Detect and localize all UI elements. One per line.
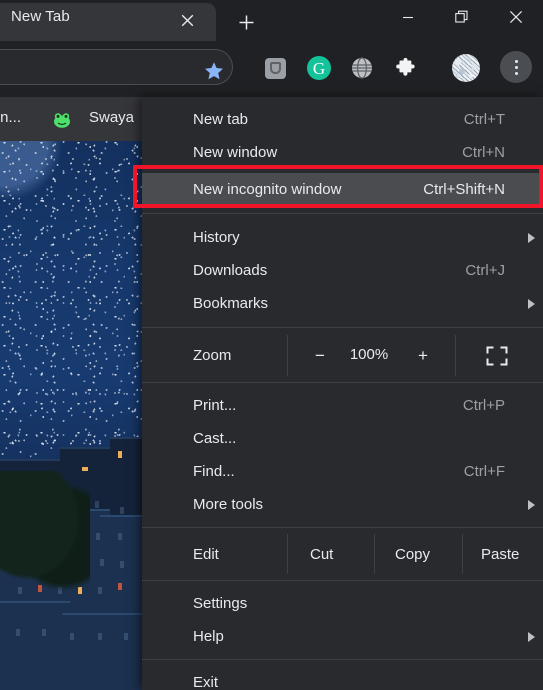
menu-item-shortcut: Ctrl+T — [463, 111, 505, 128]
menu-item-label: History — [193, 229, 240, 246]
menu-row-edit: Edit Cut Copy Paste — [142, 534, 543, 574]
menu-item-bookmarks[interactable]: Bookmarks — [142, 287, 543, 320]
menu-item-label: New incognito window — [193, 181, 342, 198]
menu-separator — [142, 382, 543, 383]
close-icon[interactable] — [489, 0, 543, 33]
zoom-label: Zoom — [193, 347, 232, 364]
star-icon[interactable] — [201, 58, 227, 84]
menu-item-label: Find... — [193, 463, 235, 480]
fullscreen-icon[interactable] — [486, 346, 508, 366]
zoom-level: 100% — [349, 346, 389, 363]
menu-item-new-window[interactable]: New window Ctrl+N — [142, 136, 543, 169]
divider — [287, 335, 288, 376]
menu-separator — [142, 580, 543, 581]
edit-label: Edit — [193, 545, 219, 563]
menu-item-shortcut: Ctrl+F — [463, 463, 505, 480]
grammarly-icon[interactable]: G — [305, 54, 333, 82]
menu-item-label: New tab — [193, 111, 249, 128]
menu-item-label: Exit — [193, 674, 219, 690]
menu-item-label: More tools — [193, 496, 264, 513]
menu-item-label: Cast... — [193, 430, 237, 447]
menu-separator — [142, 659, 543, 660]
tab-strip: New Tab — [0, 0, 543, 41]
avatar[interactable] — [452, 54, 480, 82]
menu-item-label: Bookmarks — [193, 295, 269, 312]
chevron-right-icon — [528, 298, 535, 309]
extension-mi-icon[interactable] — [261, 54, 289, 82]
menu-item-label: Help — [193, 628, 224, 645]
menu-item-help[interactable]: Help — [142, 620, 543, 653]
menu-item-exit[interactable]: Exit — [142, 666, 543, 690]
menu-item-more-tools[interactable]: More tools — [142, 488, 543, 521]
zoom-in-button[interactable]: + — [412, 346, 434, 366]
paste-button[interactable]: Paste — [481, 546, 519, 563]
divider — [455, 335, 456, 376]
zoom-out-button[interactable]: − — [309, 346, 331, 365]
chevron-right-icon — [528, 499, 535, 510]
menu-item-shortcut: Ctrl+P — [462, 397, 505, 414]
menu-item-settings[interactable]: Settings — [142, 587, 543, 620]
browser-toolbar: G — [0, 41, 543, 93]
menu-item-new-incognito-window[interactable]: New incognito window Ctrl+Shift+N — [142, 173, 543, 206]
frog-icon — [53, 113, 71, 128]
menu-item-downloads[interactable]: Downloads Ctrl+J — [142, 254, 543, 287]
bookmark-item-swaya[interactable]: Swaya — [89, 109, 134, 126]
menu-item-find[interactable]: Find... Ctrl+F — [142, 455, 543, 488]
menu-item-cast[interactable]: Cast... — [142, 422, 543, 455]
menu-item-history[interactable]: History — [142, 221, 543, 254]
menu-separator — [142, 327, 543, 328]
divider — [374, 534, 375, 574]
divider — [462, 534, 463, 574]
menu-item-label: Downloads — [193, 262, 268, 279]
globe-icon[interactable] — [348, 54, 376, 82]
extensions-puzzle-icon[interactable] — [391, 54, 419, 82]
grammarly-letter: G — [307, 56, 331, 80]
bookmark-item-in[interactable]: In... — [0, 109, 21, 126]
wallpaper-trees — [0, 471, 90, 591]
cut-button[interactable]: Cut — [310, 546, 333, 563]
menu-item-label: New window — [193, 144, 278, 161]
browser-window: New Tab G n... Swaya New tab Ctrl+T New … — [0, 0, 543, 690]
chrome-main-menu: New tab Ctrl+T New window Ctrl+N New inc… — [142, 97, 543, 690]
menu-item-label: Settings — [193, 595, 248, 612]
menu-item-shortcut: Ctrl+N — [462, 144, 505, 161]
plus-icon[interactable] — [232, 8, 260, 36]
menu-item-shortcut: Ctrl+Shift+N — [423, 181, 505, 198]
restore-icon[interactable] — [435, 0, 489, 33]
menu-item-shortcut: Ctrl+J — [465, 262, 505, 279]
menu-item-new-tab[interactable]: New tab Ctrl+T — [142, 103, 543, 136]
divider — [287, 534, 288, 574]
minimize-icon[interactable] — [381, 0, 435, 33]
copy-button[interactable]: Copy — [395, 546, 430, 563]
menu-separator — [142, 527, 543, 528]
chevron-right-icon — [528, 631, 535, 642]
close-icon[interactable] — [176, 9, 198, 31]
tab-title: New Tab — [11, 8, 70, 25]
search-input[interactable] — [0, 49, 233, 85]
chevron-right-icon — [528, 232, 535, 243]
menu-item-label: Print... — [193, 397, 237, 414]
menu-row-zoom: Zoom − 100% + — [142, 335, 543, 376]
window-controls — [381, 0, 543, 33]
menu-separator — [142, 213, 543, 214]
three-dots-icon[interactable] — [500, 51, 532, 83]
menu-item-print[interactable]: Print... Ctrl+P — [142, 389, 543, 422]
